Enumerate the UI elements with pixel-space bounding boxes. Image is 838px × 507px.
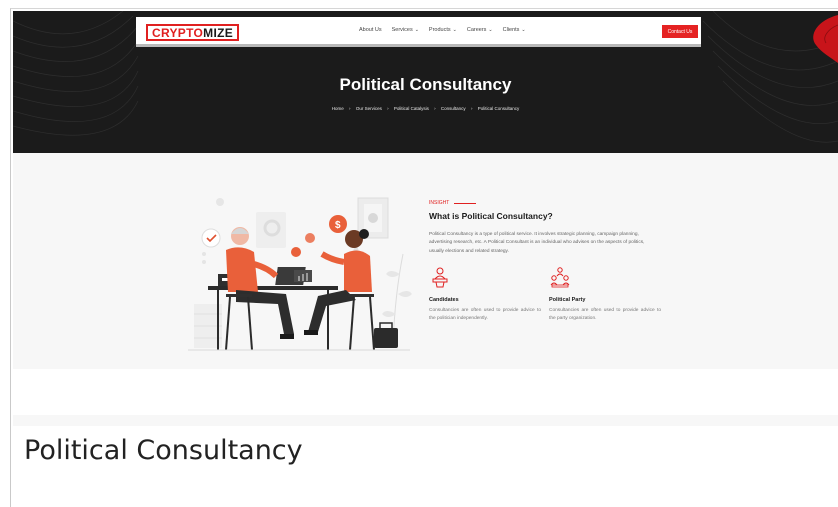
menu-label: Clients — [502, 27, 520, 33]
logo-text-dark: MIZE — [203, 25, 234, 40]
breadcrumb-separator: › — [470, 106, 473, 111]
chevron-down-icon: ⌄ — [488, 27, 493, 33]
chevron-down-icon: ⌄ — [452, 27, 457, 33]
feature-text: Consultancies are often used to provide … — [549, 308, 661, 322]
feature-title: Political Party — [549, 297, 586, 303]
main-menu: About Us Services ⌄ Products ⌄ Careers ⌄ Cl… — [359, 27, 526, 33]
page-title: Political Consultancy — [339, 75, 512, 94]
chevron-down-icon: ⌄ — [414, 27, 419, 33]
website-screenshot: CRYPTO MIZE About Us Services ⌄ Products ⌄ … — [13, 11, 838, 426]
menu-item-clients[interactable]: Clients ⌄ — [503, 27, 526, 33]
breadcrumb-consultancy[interactable]: Consultancy — [441, 106, 466, 111]
consultancy-meeting-illustration: $ — [188, 197, 412, 351]
candidate-podium-icon — [432, 267, 448, 288]
logo-text-red: CRYPTO — [152, 25, 204, 40]
section-description: Political Consultancy is a type of polit… — [429, 232, 645, 254]
breadcrumb-separator: › — [349, 106, 351, 111]
breadcrumb-political-catalysis[interactable]: Political Catalysis — [394, 106, 429, 111]
section-heading: What is Political Consultancy? — [429, 211, 553, 221]
screenshot-caption: Political Consultancy — [24, 435, 303, 466]
eyebrow-text: INSIGHT — [429, 200, 450, 206]
feature-text: Consultancies are often used to provide … — [429, 308, 541, 322]
breadcrumb-current: Political Consultancy — [477, 106, 520, 111]
red-leaf-decoration-icon — [813, 15, 838, 63]
breadcrumb-separator: › — [387, 106, 389, 111]
section-eyebrow: INSIGHT — [429, 200, 477, 206]
menu-item-services[interactable]: Services ⌄ — [392, 27, 419, 33]
chevron-down-icon: ⌄ — [521, 27, 526, 33]
hero-banner: CRYPTO MIZE About Us Services ⌄ Products ⌄ … — [13, 11, 838, 153]
menu-item-careers[interactable]: Careers ⌄ — [467, 27, 493, 33]
breadcrumb-our-services[interactable]: Our Services — [356, 106, 382, 111]
white-strip — [13, 369, 838, 415]
menu-label: Services — [391, 27, 413, 33]
feature-political-party: Political Party Consultancies are often … — [549, 266, 661, 323]
menu-label: Products — [428, 27, 451, 33]
cryptomize-logo[interactable]: CRYPTO MIZE — [146, 24, 240, 41]
menu-label: Careers — [466, 27, 487, 33]
svg-text:$: $ — [335, 220, 341, 231]
menu-item-about-us[interactable]: About Us — [359, 27, 382, 33]
breadcrumb-separator: › — [434, 106, 436, 111]
contact-us-button[interactable]: Contact Us — [662, 25, 698, 38]
top-navigation-bar: CRYPTO MIZE About Us Services ⌄ Products ⌄ … — [136, 17, 701, 47]
menu-label: About Us — [359, 27, 382, 33]
eyebrow-underline — [454, 202, 477, 204]
menu-item-products[interactable]: Products ⌄ — [429, 27, 457, 33]
breadcrumb-home[interactable]: Home — [332, 106, 344, 111]
feature-title: Candidates — [429, 297, 459, 303]
feature-candidates: Candidates Consultancies are often used … — [429, 266, 541, 323]
breadcrumb: Home › Our Services › Political Catalysi… — [13, 106, 838, 111]
party-group-icon — [550, 267, 570, 288]
